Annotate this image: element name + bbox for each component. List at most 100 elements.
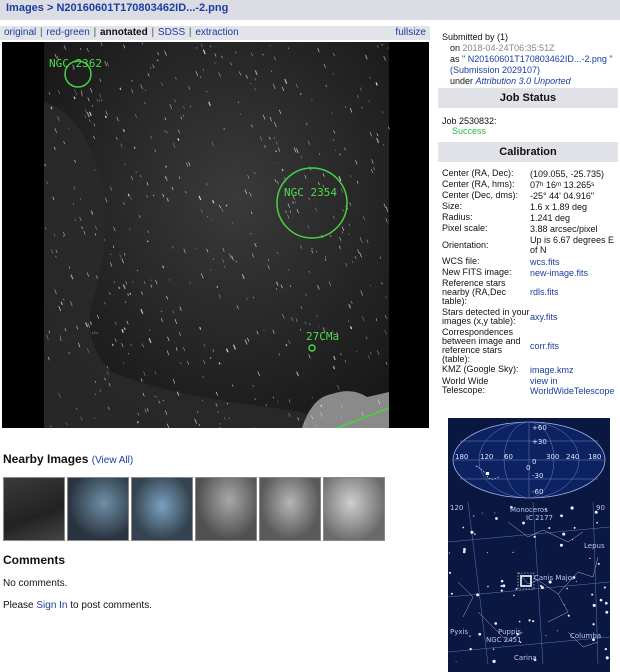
- calibration-row: Reference stars nearby (RA,Dec table): rd…: [442, 278, 618, 306]
- calibration-value: 1.241 deg: [530, 212, 571, 223]
- calibration-file-link[interactable]: view in WorldWideTelescope: [530, 376, 618, 396]
- calibration-key: Correspondences between image and refere…: [442, 327, 521, 364]
- calibration-row: New FITS image: new-image.fits: [442, 267, 618, 278]
- calibration-row: Center (RA, hms): 07ʰ 16ᵐ 13.265ˢ: [442, 179, 618, 190]
- calibration-key: Center (Dec, dms):: [442, 190, 519, 200]
- calibration-file-link[interactable]: new-image.fits: [530, 268, 618, 278]
- constellation-label-pyxis: Pyxis: [450, 628, 468, 636]
- calibration-heading: Calibration: [438, 142, 618, 162]
- constellation-map[interactable]: Monoceros IC 2177 Lepus Canis Major Pupp…: [447, 501, 611, 665]
- calibration-value: (109.055, -25.735): [530, 168, 605, 179]
- calibration-value: 1.6 x 1.89 deg: [530, 201, 588, 212]
- view-red-green-link[interactable]: red-green: [46, 27, 89, 38]
- calibration-file-link[interactable]: rdls.fits: [530, 287, 618, 297]
- calibration-key: New FITS image:: [442, 267, 512, 277]
- view-sdss-link[interactable]: SDSS: [158, 27, 185, 38]
- submission-date: 2018-04-24T06:35:51Z: [462, 43, 555, 53]
- calibration-file-link[interactable]: axy.fits: [530, 312, 618, 322]
- calibration-value: Up is 6.67 degrees E of N: [530, 235, 615, 255]
- nearby-thumbnail[interactable]: [259, 477, 321, 541]
- submitted-file-link[interactable]: " N20160601T170803462ID...-2.png ": [462, 54, 613, 64]
- view-annotated-current: annotated: [99, 27, 148, 38]
- calibration-file-link[interactable]: wcs.fits: [530, 257, 618, 267]
- sky-lat-label: -60: [532, 488, 543, 496]
- fullsize-link[interactable]: fullsize: [395, 27, 426, 38]
- calibration-key: Center (RA, Dec):: [442, 168, 514, 178]
- nearby-thumbnail[interactable]: [3, 477, 65, 541]
- submission-info: Submitted by (1) on 2018-04-24T06:35:51Z…: [442, 32, 618, 87]
- calibration-row: WCS file: wcs.fits: [442, 256, 618, 267]
- calibration-key: Center (RA, hms):: [442, 179, 515, 189]
- signin-prompt: Please Sign In to post comments.: [3, 600, 152, 611]
- nearby-thumbnail[interactable]: [131, 477, 193, 541]
- breadcrumb-filename-link[interactable]: N20160601T170803462ID...-2.png: [56, 2, 228, 14]
- calibration-key: Orientation:: [442, 239, 489, 250]
- view-original-link[interactable]: original: [4, 27, 36, 38]
- nearby-thumbnail[interactable]: [67, 477, 129, 541]
- nearby-thumbnail[interactable]: [195, 477, 257, 541]
- calibration-row: Size: 1.6 x 1.89 deg: [442, 201, 618, 212]
- constellation-label-ic2177: IC 2177: [526, 514, 553, 522]
- job-status-badge: Success: [452, 126, 487, 136]
- map-grid-label: 90: [596, 504, 605, 512]
- signin-prefix: Please: [3, 600, 37, 611]
- comments-heading: Comments: [3, 553, 66, 567]
- calibration-key: Reference stars nearby (RA,Dec table):: [442, 277, 507, 306]
- as-label: as: [450, 54, 460, 64]
- calibration-file-link[interactable]: corr.fits: [530, 341, 618, 351]
- calibration-row: Stars detected in your images (x,y table…: [442, 306, 618, 328]
- breadcrumb-images-link[interactable]: Images: [6, 2, 44, 14]
- sky-lat-label: -30: [532, 472, 543, 480]
- sky-lon-label: 240: [566, 453, 579, 461]
- sky-lon-label: 180: [455, 453, 468, 461]
- view-extraction-link[interactable]: extraction: [195, 27, 238, 38]
- all-sky-map[interactable]: +60 +30 0 -30 -60 180 120 60 0 300 240 1…: [448, 418, 610, 503]
- sky-lon-label: 300: [546, 453, 559, 461]
- calibration-row: Orientation: Up is 6.67 degrees E of N: [442, 234, 618, 256]
- calibration-row: KMZ (Google Sky): image.kmz: [442, 364, 618, 375]
- constellation-label-carina: Carina: [514, 654, 537, 662]
- calibration-row: World Wide Telescope: view in WorldWideTe…: [442, 375, 618, 397]
- sky-lon-label: 180: [588, 453, 601, 461]
- job-status-info: Job 2530832: Success: [442, 116, 497, 136]
- sky-lat-label: 0: [532, 458, 536, 466]
- separator: |: [93, 27, 97, 38]
- submitted-on-row: on 2018-04-24T06:35:51Z: [442, 43, 618, 54]
- calibration-row: Correspondences between image and refere…: [442, 328, 618, 364]
- job-status-heading: Job Status: [438, 88, 618, 108]
- separator: |: [40, 27, 43, 38]
- no-comments-text: No comments.: [3, 578, 68, 589]
- left-border: [2, 42, 44, 428]
- nearby-thumbnail[interactable]: [323, 477, 385, 541]
- calibration-file-link[interactable]: image.kmz: [530, 365, 618, 375]
- calibration-row: Center (RA, Dec): (109.055, -25.735): [442, 168, 618, 179]
- image-view-bar: original | red-green | annotated | SDSS …: [0, 26, 430, 40]
- submission-id-link[interactable]: (Submission 2029107): [450, 65, 540, 75]
- nearby-thumbnails: [3, 477, 389, 541]
- calibration-key: KMZ (Google Sky):: [442, 364, 519, 374]
- constellation-label-puppis: Puppis: [498, 628, 521, 636]
- calibration-row: Center (Dec, dms): -25° 44' 04.916": [442, 190, 618, 201]
- license-row: under Attribution 3.0 Unported: [442, 76, 618, 87]
- sky-lat-label: +60: [532, 424, 547, 432]
- license-link[interactable]: Attribution 3.0 Unported: [476, 76, 571, 86]
- sky-lon-label: 120: [480, 453, 493, 461]
- signin-link[interactable]: Sign In: [36, 600, 67, 611]
- calibration-key: Stars detected in your images (x,y table…: [442, 307, 530, 326]
- constellation-map-continued: [448, 664, 610, 672]
- sky-lon-label: 60: [504, 453, 513, 461]
- page-header: Images > N20160601T170803462ID...-2.png: [0, 0, 620, 20]
- map-grid-label: 120: [450, 504, 463, 512]
- annotation-label-27cma: 27CMa: [306, 330, 340, 343]
- annotation-label-ngc2354: NGC 2354: [284, 186, 337, 199]
- annotated-image[interactable]: NGC 2362 NGC 2354 27CMa: [2, 42, 429, 428]
- calibration-value: -25° 44' 04.916": [530, 190, 595, 201]
- constellation-label-canis-major: Canis Major: [534, 574, 575, 582]
- nearby-images-title: Nearby Images: [3, 452, 89, 466]
- view-all-link[interactable]: (View All): [92, 455, 134, 466]
- calibration-key: Size:: [442, 201, 463, 211]
- calibration-key: World Wide Telescope:: [442, 376, 489, 395]
- on-label: on: [450, 43, 461, 53]
- nearby-images-heading: Nearby Images (View All): [3, 452, 133, 466]
- breadcrumb-separator: >: [43, 2, 57, 14]
